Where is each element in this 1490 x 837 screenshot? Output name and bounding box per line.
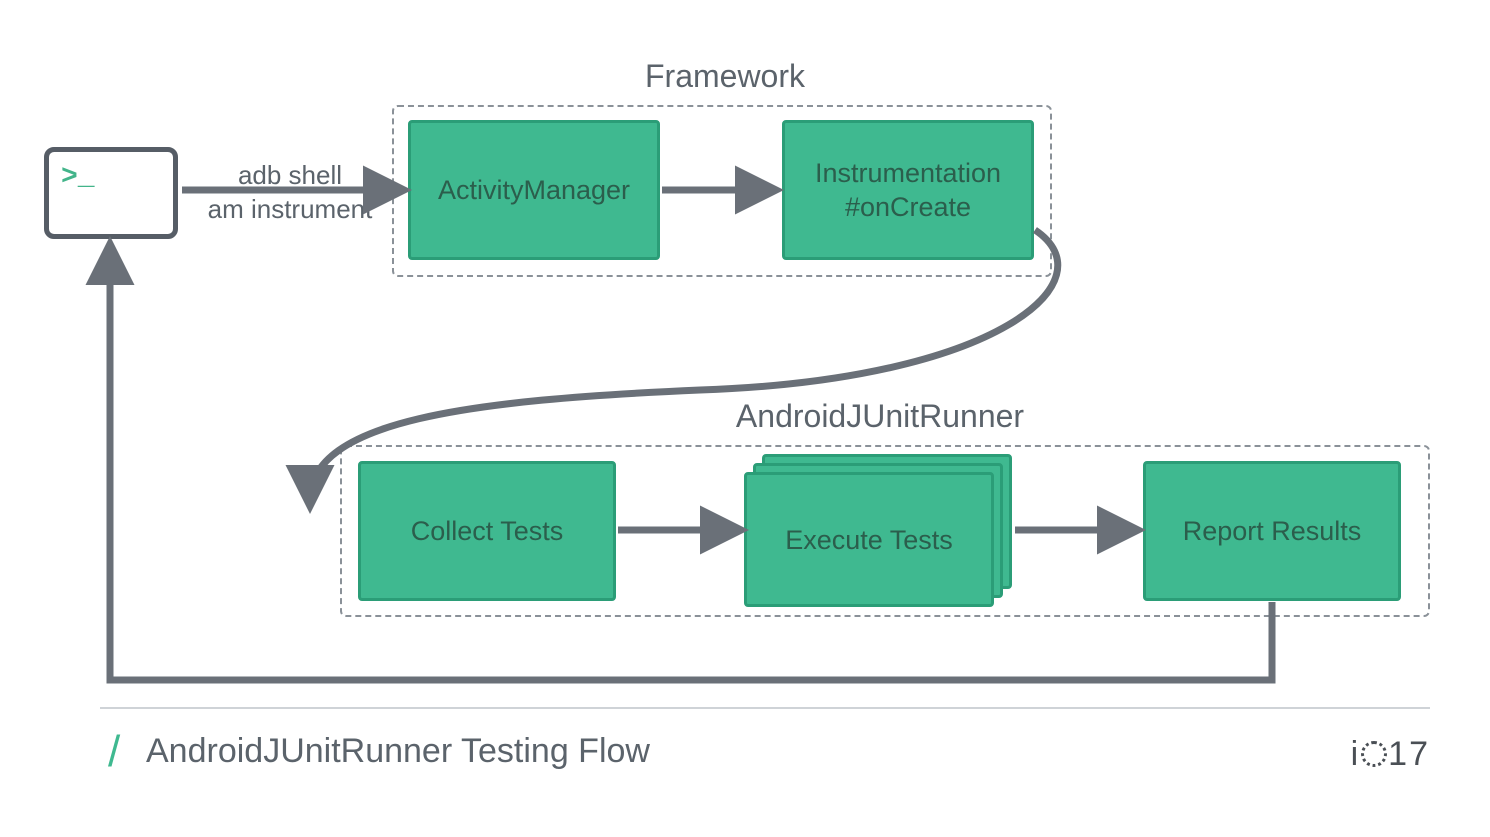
node-activity-manager-label: ActivityManager: [438, 173, 630, 207]
io17-logo: i 17: [1351, 735, 1430, 774]
logo-i: i: [1351, 735, 1361, 773]
node-collect-label: Collect Tests: [411, 514, 564, 548]
logo-17: 17: [1388, 735, 1430, 773]
node-activity-manager: ActivityManager: [408, 120, 660, 260]
footer-divider: [100, 707, 1430, 709]
terminal-prompt: >_: [61, 162, 95, 193]
node-instrumentation-line2: #onCreate: [815, 190, 1001, 224]
adb-command-label: adb shell am instrument: [190, 158, 390, 226]
adb-line1: adb shell: [190, 158, 390, 192]
footer-title: AndroidJUnitRunner Testing Flow: [146, 732, 650, 771]
terminal-icon: >_: [44, 147, 178, 239]
node-collect-tests: Collect Tests: [358, 461, 616, 601]
logo-o-icon: [1361, 741, 1387, 767]
node-execute-label: Execute Tests: [785, 523, 953, 557]
framework-group-title: Framework: [625, 58, 825, 95]
node-instrumentation-line1: Instrumentation: [815, 156, 1001, 190]
adb-line2: am instrument: [190, 192, 390, 226]
node-instrumentation: Instrumentation #onCreate: [782, 120, 1034, 260]
footer-slash-icon: /: [108, 727, 120, 777]
node-report-label: Report Results: [1183, 514, 1362, 548]
node-execute-tests: Execute Tests: [744, 472, 994, 607]
node-report-results: Report Results: [1143, 461, 1401, 601]
runner-group-title: AndroidJUnitRunner: [710, 398, 1050, 435]
